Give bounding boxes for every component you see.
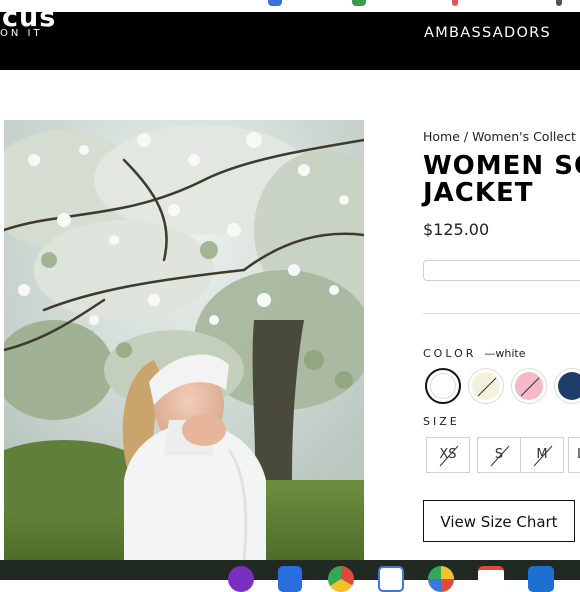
swatch-white[interactable] xyxy=(425,368,461,404)
apps-launcher-icon[interactable] xyxy=(228,566,254,592)
product-title: WOMEN SO JACKET xyxy=(423,151,580,208)
unavailable-slash-icon xyxy=(477,377,497,397)
swatch-navy[interactable] xyxy=(554,368,580,404)
unavailable-slash-icon xyxy=(520,377,540,397)
product-price: $125.00 xyxy=(423,220,490,239)
breadcrumb-home-link[interactable]: Home xyxy=(423,129,460,144)
size-option-s[interactable]: S xyxy=(477,437,521,473)
browser-top-strip xyxy=(0,0,580,12)
size-label: SIZE xyxy=(423,415,460,428)
swatch-white-inner xyxy=(430,373,456,399)
bookmark-icon[interactable] xyxy=(452,0,458,6)
google-docs-icon[interactable] xyxy=(278,566,302,592)
calendar-icon[interactable] xyxy=(378,566,404,592)
bookmark-icon[interactable] xyxy=(268,0,282,6)
site-tagline: ON IT xyxy=(0,28,43,39)
divider xyxy=(423,313,580,314)
unavailable-slash-icon xyxy=(533,445,553,467)
gmail-icon[interactable] xyxy=(478,566,504,592)
color-selected-value: —white xyxy=(484,347,526,360)
size-option-m[interactable]: M xyxy=(520,437,564,473)
chrome-icon[interactable] xyxy=(328,566,354,592)
product-image[interactable] xyxy=(4,120,364,560)
bookmark-icon[interactable] xyxy=(352,0,366,6)
swatch-cream[interactable] xyxy=(468,368,504,404)
outlook-icon[interactable] xyxy=(528,566,554,592)
variant-select-box[interactable] xyxy=(423,260,580,281)
photos-icon[interactable] xyxy=(428,566,454,592)
swatch-navy-fill xyxy=(558,372,580,400)
bookmark-icon[interactable] xyxy=(556,0,562,6)
breadcrumb-collection-link[interactable]: Women's Collect xyxy=(472,129,576,144)
view-size-chart-button[interactable]: View Size Chart xyxy=(423,500,575,542)
breadcrumb-separator: / xyxy=(459,129,473,144)
swatch-pink[interactable] xyxy=(511,368,547,404)
os-taskbar xyxy=(0,560,580,592)
breadcrumb: Home / Women's Collect xyxy=(423,129,576,144)
size-option-xs[interactable]: XS xyxy=(426,437,470,473)
color-label: COLOR —white xyxy=(423,347,526,360)
size-option-l[interactable]: L xyxy=(568,437,580,473)
site-header: cus ON IT AMBASSADORS xyxy=(0,12,580,70)
color-label-text: COLOR xyxy=(423,347,477,360)
unavailable-slash-icon xyxy=(490,445,510,467)
nav-item-ambassadors[interactable]: AMBASSADORS xyxy=(424,25,551,41)
unavailable-slash-icon xyxy=(439,445,459,467)
